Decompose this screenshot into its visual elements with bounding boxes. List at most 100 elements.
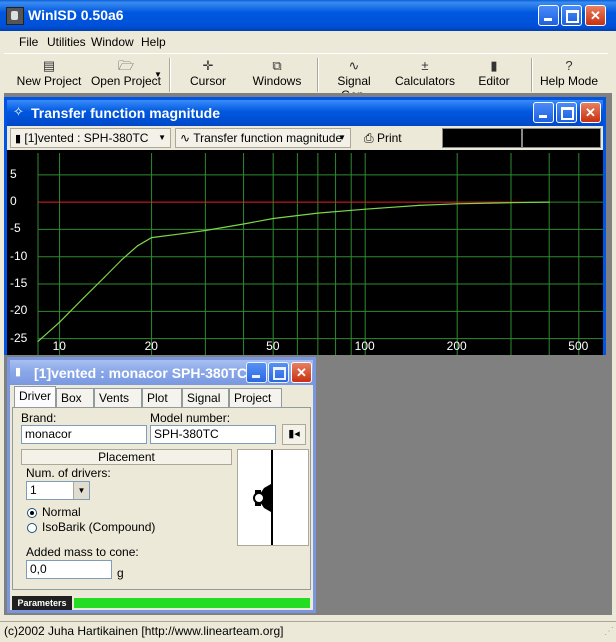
crosshair-icon: ✛	[202, 58, 214, 73]
menu-help[interactable]: Help	[141, 35, 166, 49]
added-mass-label: Added mass to cone:	[26, 545, 139, 559]
cursor-readout-box	[522, 128, 601, 148]
app-title: WinISD 0.50a6	[28, 7, 124, 23]
chevron-down-icon: ▼	[338, 133, 346, 142]
speaker-icon: ▮	[490, 58, 498, 73]
tab-driver[interactable]: Driver	[14, 386, 56, 407]
parameters-progress-fill	[74, 598, 310, 608]
tf-toolbar: ▮ [1]vented : SPH-380TC ▼ ∿ Transfer fun…	[7, 126, 603, 150]
windows-icon: ⧉	[272, 58, 282, 73]
data-point	[242, 223, 245, 225]
transfer-function-plot[interactable]: 5 0 -5 -10 -15 -20 -25 10 20 50 100 200 500	[7, 150, 603, 355]
driver-tab-panel: Brand: monacor Model number: SPH-380TC ▮…	[12, 407, 311, 590]
menu-utilities[interactable]: Utilities	[47, 35, 86, 49]
tab-vents[interactable]: Vents	[94, 388, 142, 407]
driver-minimize-button[interactable]	[246, 362, 267, 383]
chevron-down-icon: ▼	[154, 70, 162, 79]
print-button[interactable]: ⎙ Print	[359, 128, 439, 148]
minimize-button[interactable]	[538, 5, 559, 26]
tf-close-button[interactable]	[580, 102, 601, 123]
radio-normal[interactable]	[27, 508, 37, 518]
chart-svg	[37, 153, 603, 355]
menu-window[interactable]: Window	[91, 35, 134, 49]
added-mass-field[interactable]: 0,0	[26, 560, 112, 579]
radio-isobarik[interactable]	[27, 523, 37, 533]
driver-maximize-button[interactable]	[268, 362, 289, 383]
open-project-label: Open Project	[90, 74, 162, 88]
data-point	[37, 340, 39, 342]
speaker-icon: ▮◂	[288, 428, 300, 440]
tab-plot[interactable]: Plot	[142, 388, 182, 407]
tab-project[interactable]: Project	[229, 388, 282, 407]
y-tick-label: -15	[10, 276, 28, 291]
new-project-button[interactable]: ▤ New Project	[16, 58, 82, 94]
editor-button[interactable]: ▮ Editor	[475, 58, 513, 94]
pin-icon: ✧	[13, 104, 24, 119]
driver-window-title-bar[interactable]: ▮ [1]vented : monacor SPH-380TC	[10, 360, 313, 385]
cursor-button[interactable]: ✛ Cursor	[186, 58, 230, 94]
driver-close-button[interactable]	[291, 362, 312, 383]
brand-field[interactable]: monacor	[21, 425, 147, 444]
y-tick-label: 0	[10, 194, 17, 209]
model-number-label: Model number:	[150, 411, 231, 425]
help-mode-button[interactable]: ? Help Mode	[539, 58, 599, 94]
calculators-button[interactable]: ± Calculators	[393, 58, 457, 94]
num-drivers-label: Num. of drivers:	[26, 466, 111, 480]
parameters-bar: Parameters	[12, 596, 311, 610]
question-icon: ?	[565, 58, 573, 73]
new-project-icon: ▤	[42, 58, 56, 73]
data-point	[150, 237, 153, 239]
data-point	[418, 204, 420, 207]
resize-grip-icon[interactable]: ⋰	[604, 626, 614, 637]
editor-label: Editor	[478, 74, 510, 88]
placement-header[interactable]: Placement	[21, 449, 232, 465]
added-mass-unit: g	[117, 566, 124, 580]
driver-select-button[interactable]: ▮◂	[282, 424, 306, 445]
data-point	[121, 258, 123, 261]
close-button[interactable]	[585, 5, 606, 26]
toolbar-separator	[531, 58, 533, 92]
data-point	[58, 321, 61, 323]
tab-box[interactable]: Box	[56, 388, 94, 407]
data-point	[456, 203, 458, 205]
driver-tabs: Driver Box Vents Plot Signal Project	[12, 386, 310, 408]
x-tick-label: 20	[144, 339, 158, 353]
windows-button[interactable]: ⧉ Windows	[250, 58, 304, 94]
radio-normal-label: Normal	[42, 505, 81, 519]
chevron-down-icon: ▼	[158, 133, 166, 142]
tf-window-title-bar[interactable]: ✧ Transfer function magnitude	[7, 100, 603, 126]
model-number-field[interactable]: SPH-380TC	[150, 425, 276, 444]
project-select[interactable]: ▮ [1]vented : SPH-380TC ▼	[10, 128, 171, 148]
tf-maximize-button[interactable]	[556, 102, 577, 123]
y-tick-label: 5	[10, 166, 17, 181]
new-project-label: New Project	[16, 74, 82, 88]
data-point	[83, 297, 85, 299]
y-tick-label: -5	[10, 221, 21, 236]
printer-icon: ⎙	[364, 131, 374, 145]
tab-signal[interactable]: Signal	[182, 388, 229, 407]
main-toolbar: ▤ New Project 🗁 Open Project ▼ ✛ Cursor …	[4, 53, 608, 102]
signal-gen-button[interactable]: ∿ Signal Gen.	[323, 58, 385, 102]
y-tick-label: -10	[10, 248, 28, 263]
speaker-icon: ▮	[15, 133, 22, 145]
cursor-label: Cursor	[189, 74, 226, 88]
x-tick-label: 10	[52, 339, 66, 353]
graph-type-select[interactable]: ∿ Transfer function magnitude ▼	[175, 128, 351, 148]
status-bar: (c)2002 Juha Hartikainen [http://www.lin…	[0, 621, 616, 642]
driver-window: ▮ [1]vented : monacor SPH-380TC Driver B…	[7, 357, 316, 613]
transfer-function-icon: ∿	[180, 131, 191, 145]
x-tick-label: 200	[446, 339, 467, 353]
data-point	[317, 212, 319, 214]
cursor-readout-box	[442, 128, 522, 148]
print-label: Print	[376, 131, 402, 145]
num-drivers-select[interactable]: 1 ▼	[26, 481, 90, 500]
status-text: (c)2002 Juha Hartikainen [http://www.lin…	[4, 624, 284, 638]
chevron-down-icon[interactable]: ▼	[73, 482, 89, 499]
menu-file[interactable]: File	[19, 35, 38, 49]
x-tick-label: 100	[354, 339, 375, 353]
parameters-label: Parameters	[12, 596, 72, 610]
tf-minimize-button[interactable]	[533, 102, 554, 123]
transfer-function-curve	[37, 201, 550, 342]
x-tick-label: 50	[266, 339, 280, 353]
maximize-button[interactable]	[561, 5, 582, 26]
